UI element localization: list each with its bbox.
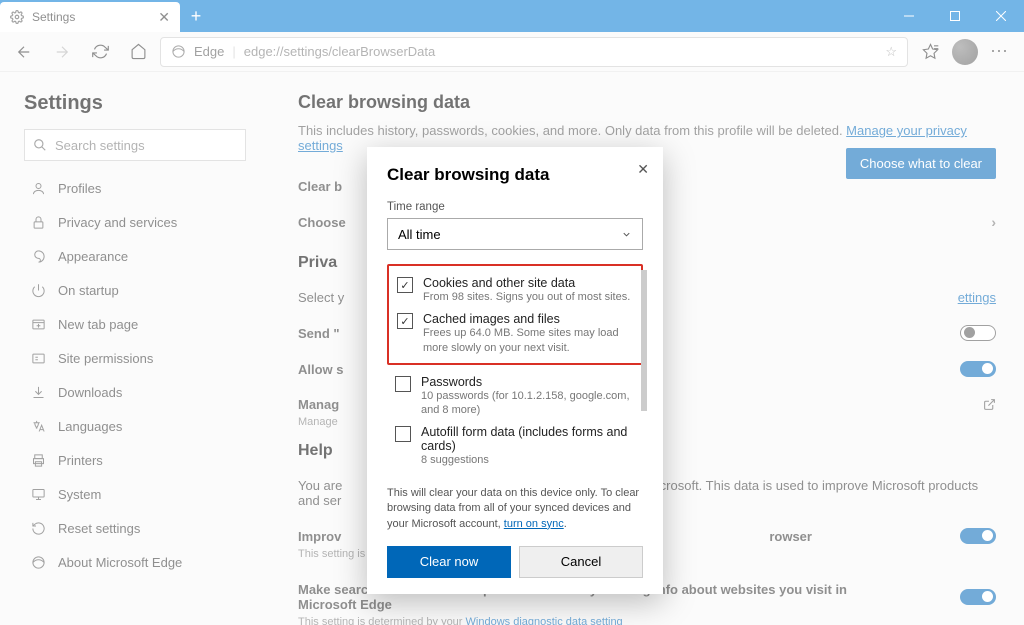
clear-item[interactable]: Cookies and other site dataFrom 98 sites… (397, 272, 633, 308)
highlighted-items: Cookies and other site dataFrom 98 sites… (387, 264, 643, 365)
checkbox[interactable] (395, 376, 411, 392)
clear-item[interactable]: Passwords10 passwords (for 10.1.2.158, g… (395, 371, 635, 422)
checkbox[interactable] (397, 277, 413, 293)
item-subtext: From 98 sites. Signs you out of most sit… (423, 290, 630, 304)
item-title: Passwords (421, 375, 635, 389)
item-subtext: 10 passwords (for 10.1.2.158, google.com… (421, 389, 635, 418)
clear-now-button[interactable]: Clear now (387, 546, 511, 578)
item-title: Cookies and other site data (423, 276, 630, 290)
dialog-note: This will clear your data on this device… (387, 486, 643, 532)
item-subtext: Frees up 64.0 MB. Some sites may load mo… (423, 326, 633, 355)
dialog-title: Clear browsing data (387, 165, 643, 185)
turn-on-sync-link[interactable]: turn on sync (504, 518, 564, 530)
item-subtext: 8 suggestions (421, 453, 635, 467)
item-title: Cached images and files (423, 312, 633, 326)
clear-browsing-dialog: ✕ Clear browsing data Time range All tim… (367, 147, 663, 594)
time-range-select[interactable]: All time (387, 218, 643, 250)
time-range-label: Time range (387, 201, 643, 213)
clear-item[interactable]: Cached images and filesFrees up 64.0 MB.… (397, 308, 633, 359)
item-title: Autofill form data (includes forms and c… (421, 425, 635, 453)
dialog-close-icon[interactable]: ✕ (637, 161, 649, 178)
chevron-down-icon (621, 229, 632, 240)
checkbox[interactable] (395, 426, 411, 442)
clear-item[interactable]: Autofill form data (includes forms and c… (395, 421, 635, 471)
checkbox[interactable] (397, 313, 413, 329)
cancel-button[interactable]: Cancel (519, 546, 643, 578)
